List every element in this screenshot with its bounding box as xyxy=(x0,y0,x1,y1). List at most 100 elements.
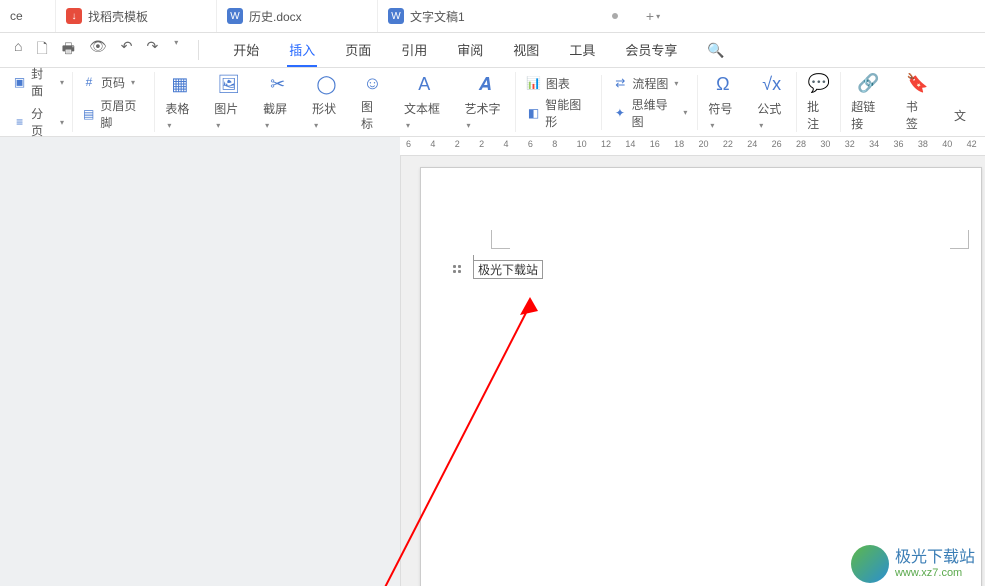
textbox-content[interactable]: 极光下载站 xyxy=(473,260,543,279)
smartart-button[interactable]: ◧智能图形 xyxy=(526,96,591,130)
menu-reference[interactable]: 引用 xyxy=(399,34,429,67)
search-icon[interactable]: 🔍 xyxy=(707,42,724,59)
menu-start[interactable]: 开始 xyxy=(231,34,261,67)
symbol-button[interactable]: Ω符号▾ xyxy=(698,72,747,132)
table-button[interactable]: ▦表格▾ xyxy=(155,72,204,132)
menu-page[interactable]: 页面 xyxy=(343,34,373,67)
smartart-icon: ◧ xyxy=(526,105,541,121)
tab-label: 历史.docx xyxy=(249,8,302,25)
drag-handle-icon[interactable] xyxy=(453,265,463,275)
word-icon: W xyxy=(388,8,404,24)
page-break-icon: ≡ xyxy=(12,114,27,130)
ruler-tick: 18 xyxy=(674,139,684,149)
shapes-button[interactable]: ◯形状▾ xyxy=(302,72,351,132)
ruler-tick: 32 xyxy=(845,139,855,149)
symbol-icon: Ω xyxy=(712,74,734,96)
watermark-url: www.xz7.com xyxy=(895,567,975,580)
equation-icon: √x xyxy=(761,74,783,96)
ruler-tick: 34 xyxy=(869,139,879,149)
ruler-tick: 26 xyxy=(772,139,782,149)
wordart-icon: 𝑨 xyxy=(474,74,496,96)
menu-review[interactable]: 审阅 xyxy=(455,34,485,67)
screenshot-button[interactable]: ✂截屏▾ xyxy=(253,72,302,132)
header-footer-button[interactable]: ▤页眉页脚 xyxy=(81,97,146,131)
menu-member[interactable]: 会员专享 xyxy=(623,34,679,67)
ruler-tick: 6 xyxy=(406,139,411,149)
save-icon[interactable]: 🗋 xyxy=(36,38,47,62)
textbox-button[interactable]: A文本框▾ xyxy=(394,72,454,132)
preview-icon[interactable]: 👁 xyxy=(89,38,107,62)
ruler-tick: 28 xyxy=(796,139,806,149)
comment-button[interactable]: 💬批注 xyxy=(797,72,841,132)
ruler-tick: 4 xyxy=(430,139,435,149)
redo-icon[interactable]: ↷ xyxy=(146,38,158,62)
undo-icon[interactable]: ↶ xyxy=(121,38,133,62)
margin-corner xyxy=(491,230,510,249)
menu-insert[interactable]: 插入 xyxy=(287,34,317,67)
logo-icon xyxy=(851,545,889,583)
tab-bar: ce ↓ 找稻壳模板 W 历史.docx W 文字文稿1 +▾ xyxy=(0,0,985,33)
mindmap-icon: ✦ xyxy=(612,105,627,121)
cover-icon: ▣ xyxy=(12,74,27,90)
ruler-tick: 24 xyxy=(747,139,757,149)
watermark-title: 极光下载站 xyxy=(895,548,975,567)
workspace: 6422468101214161820222426283032343638404… xyxy=(0,137,985,586)
flowchart-button[interactable]: ⇄流程图▾ xyxy=(612,75,687,92)
chart-icon: 📊 xyxy=(526,75,542,91)
dropdown-icon[interactable]: ▾ xyxy=(174,38,178,62)
shapes-icon: ◯ xyxy=(316,74,338,96)
ruler-tick: 14 xyxy=(625,139,635,149)
hyperlink-button[interactable]: 🔗超链接 xyxy=(841,72,896,132)
tab-item[interactable]: W 文字文稿1 xyxy=(378,0,638,32)
ruler-tick: 2 xyxy=(479,139,484,149)
ribbon: ▣封面▾ ≡分页▾ #页码▾ ▤页眉页脚 ▦表格▾ 🖼图片▾ ✂截屏▾ ◯形状▾… xyxy=(0,68,985,137)
chart-button[interactable]: 📊图表 xyxy=(526,75,591,92)
ruler-tick: 16 xyxy=(650,139,660,149)
ruler-tick: 8 xyxy=(552,139,557,149)
smiley-icon: ☺ xyxy=(362,72,384,94)
ruler-tick: 30 xyxy=(820,139,830,149)
tab-item[interactable]: ce xyxy=(0,0,56,32)
equation-button[interactable]: √x公式▾ xyxy=(747,72,797,132)
picture-button[interactable]: 🖼图片▾ xyxy=(204,72,253,132)
ruler-tick: 20 xyxy=(699,139,709,149)
separator xyxy=(198,40,199,60)
comment-icon: 💬 xyxy=(808,72,830,94)
cover-button[interactable]: ▣封面▾ xyxy=(12,65,64,99)
document-page[interactable]: 极光下载站 xyxy=(420,167,982,586)
scissors-icon: ✂ xyxy=(267,74,289,96)
wordart-button[interactable]: 𝑨艺术字▾ xyxy=(454,72,515,132)
header-icon: ▤ xyxy=(81,106,96,122)
ruler-tick: 12 xyxy=(601,139,611,149)
ruler-tick: 42 xyxy=(967,139,977,149)
tab-label: 文字文稿1 xyxy=(410,8,465,25)
bookmark-icon: 🔖 xyxy=(906,72,928,94)
ruler[interactable]: 6422468101214161820222426283032343638404… xyxy=(400,137,985,156)
new-tab-button[interactable]: +▾ xyxy=(638,0,668,32)
home-icon[interactable]: ⌂ xyxy=(14,38,22,62)
print-icon[interactable]: 🖶 xyxy=(62,38,75,62)
tab-item[interactable]: ↓ 找稻壳模板 xyxy=(56,0,217,32)
flowchart-icon: ⇄ xyxy=(612,75,628,91)
modified-dot-icon xyxy=(612,13,618,19)
textbox-object[interactable]: 极光下载站 xyxy=(453,260,543,279)
margin-corner xyxy=(950,230,969,249)
page-number-button[interactable]: #页码▾ xyxy=(81,74,146,91)
ruler-tick: 4 xyxy=(504,139,509,149)
icons-button[interactable]: ☺图标 xyxy=(351,72,394,132)
tab-item[interactable]: W 历史.docx xyxy=(217,0,378,32)
mindmap-button[interactable]: ✦思维导图▾ xyxy=(612,96,687,130)
tab-label: 找稻壳模板 xyxy=(88,8,148,25)
link-icon: 🔗 xyxy=(858,72,880,94)
menu-view[interactable]: 视图 xyxy=(511,34,541,67)
paging-button[interactable]: ≡分页▾ xyxy=(12,105,64,139)
ruler-tick: 22 xyxy=(723,139,733,149)
ruler-tick: 36 xyxy=(894,139,904,149)
ruler-tick: 38 xyxy=(918,139,928,149)
word-icon: W xyxy=(227,8,243,24)
menu-tools[interactable]: 工具 xyxy=(567,34,597,67)
textbox-icon: A xyxy=(413,74,435,96)
more-button[interactable]: 文 xyxy=(939,72,981,132)
empty-area xyxy=(0,137,401,586)
bookmark-button[interactable]: 🔖书签 xyxy=(896,72,939,132)
